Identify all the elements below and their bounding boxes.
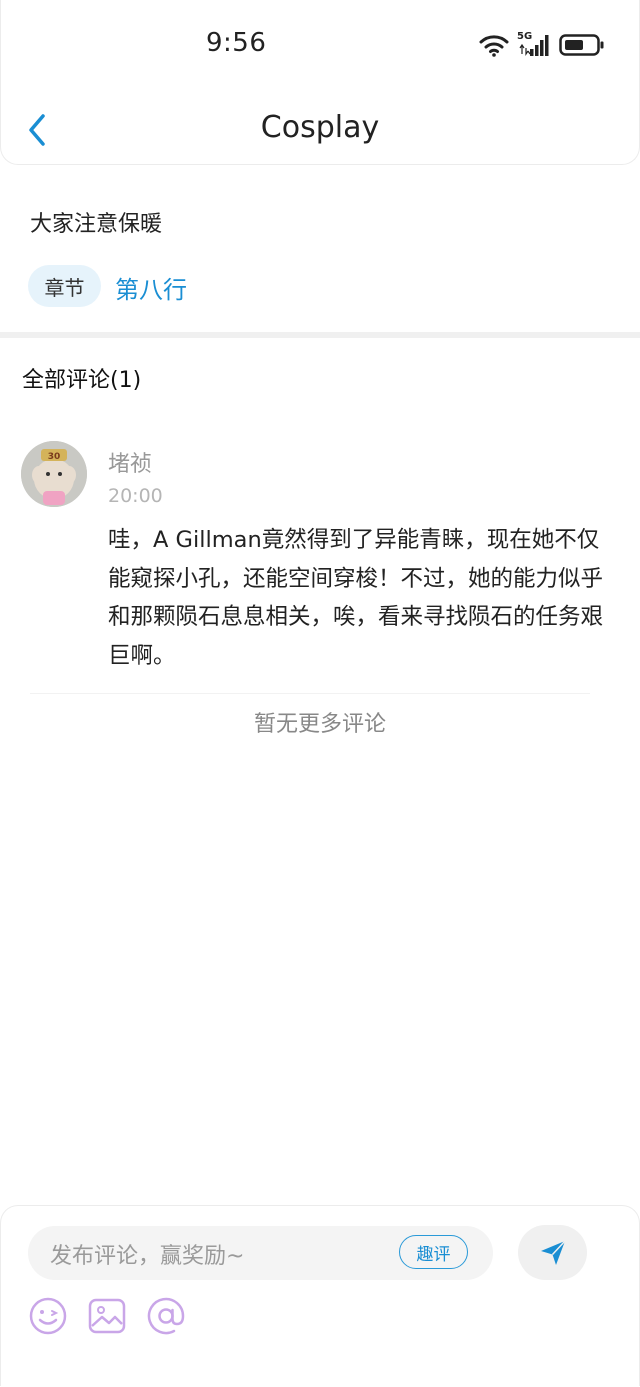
- send-icon: [540, 1239, 566, 1265]
- page-title: Cosplay: [260, 110, 380, 145]
- fun-comment-button[interactable]: 趣评: [399, 1235, 468, 1269]
- chapter-link[interactable]: 第八行: [115, 270, 187, 305]
- comment-divider: [30, 693, 590, 694]
- signal-icon: 5G: [517, 32, 551, 58]
- comment-time: 20:00: [108, 485, 163, 507]
- status-icons: 5G: [479, 32, 605, 58]
- post-text: 大家注意保暖: [30, 212, 163, 237]
- send-button[interactable]: [518, 1225, 587, 1280]
- status-time: 9:56: [206, 28, 267, 58]
- comment-input-placeholder: 发布评论，赢奖励~: [50, 1244, 245, 1269]
- at-icon[interactable]: [146, 1296, 186, 1336]
- battery-icon: [559, 34, 604, 56]
- section-divider: [0, 332, 640, 338]
- avatar[interactable]: 30: [21, 441, 87, 507]
- comments-title: 全部评论(1): [22, 368, 142, 393]
- no-more-comments: 暂无更多评论: [253, 712, 386, 737]
- chapter-tag: 章节: [28, 265, 101, 307]
- comment-username[interactable]: 堵祯: [108, 446, 152, 478]
- avatar-badge: 30: [48, 452, 61, 462]
- image-icon[interactable]: [87, 1296, 127, 1336]
- header: 9:56 5G Cosplay: [0, 0, 640, 165]
- emoji-icon[interactable]: [28, 1296, 68, 1336]
- comment-text: 哇，A Gillman竟然得到了异能青睐，现在她不仅能窥探小孔，还能空间穿梭！不…: [108, 527, 604, 669]
- comment-input[interactable]: 发布评论，赢奖励~ 趣评: [28, 1226, 493, 1280]
- wifi-icon: [479, 35, 509, 57]
